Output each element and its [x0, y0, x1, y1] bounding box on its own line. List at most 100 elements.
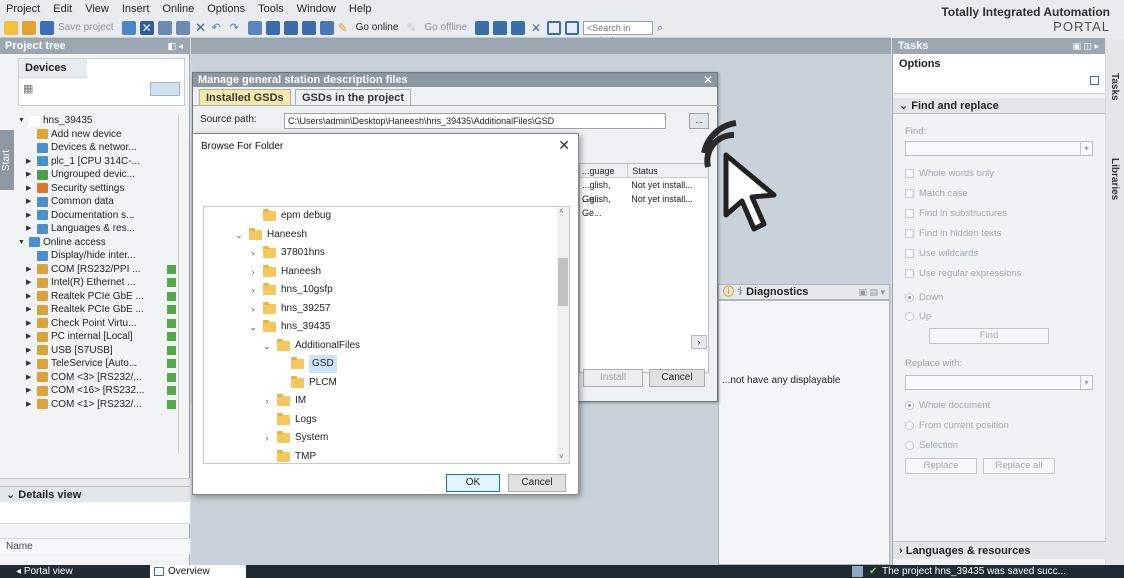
go-online-icon[interactable]: ✎	[338, 21, 352, 35]
find-replace-header[interactable]: ⌄ Find and replace	[893, 98, 1105, 114]
replace-all-button[interactable]: Replace all	[983, 458, 1055, 474]
tree-item[interactable]: ▶ Documentation s...	[18, 209, 178, 223]
folder-item[interactable]: GSD	[276, 355, 337, 373]
go-online-button[interactable]: Go online	[356, 22, 399, 33]
chevron-right-icon[interactable]: ▶	[26, 330, 34, 344]
folder-item[interactable]: › 37801hns	[248, 244, 325, 262]
chevron-down-icon[interactable]: ▾	[1080, 376, 1092, 389]
go-offline-button[interactable]: Go offline	[424, 22, 467, 33]
tree-item[interactable]: Add new device	[18, 128, 178, 142]
tree-item[interactable]: ▶ Realtek PCIe GbE ...	[18, 303, 178, 317]
chevron-right-icon[interactable]: ▶	[26, 209, 34, 223]
menu-item-options[interactable]: Options	[207, 3, 245, 15]
whole-document-radio[interactable]: Whole document	[905, 400, 1093, 411]
tree-item[interactable]: ▶ COM <3> [RS232/...	[18, 371, 178, 385]
folder-item[interactable]: › IM	[262, 392, 306, 410]
scroll-right-icon[interactable]: ›	[691, 335, 707, 349]
chevron-right-icon[interactable]: ▶	[26, 168, 34, 182]
replace-input[interactable]: ▾	[905, 375, 1093, 390]
match-case-checkbox[interactable]: Match case	[905, 188, 1093, 199]
find-substructures-checkbox[interactable]: Find in substructures	[905, 208, 1093, 219]
folder-item[interactable]: ⌄ Haneesh	[234, 226, 307, 244]
chevron-right-icon[interactable]: ▶	[26, 303, 34, 317]
wildcards-checkbox[interactable]: Use wildcards	[905, 248, 1093, 259]
tree-item[interactable]: ▶ Ungrouped devic...	[18, 168, 178, 182]
find-hidden-checkbox[interactable]: Find in hidden texts	[905, 228, 1093, 239]
chevron-right-icon[interactable]: ▶	[26, 263, 34, 277]
start-cpu-icon[interactable]	[493, 20, 508, 35]
open-project-icon[interactable]	[22, 20, 36, 35]
chevron-down-icon[interactable]: ▼	[18, 114, 26, 128]
paste-icon[interactable]	[175, 20, 190, 35]
tree-item[interactable]: ▶ USB [S7USB]	[18, 344, 178, 358]
find-input[interactable]: ▾	[905, 141, 1093, 156]
diagnostics-tab[interactable]: ⓘ ⚕ Diagnostics ▣ ▤ ▾	[718, 284, 890, 300]
replace-button[interactable]: Replace	[905, 458, 977, 474]
scroll-down-icon[interactable]: ˅	[559, 452, 564, 461]
folder-item[interactable]: › hns_39257	[248, 300, 331, 318]
tab-installed-gsds[interactable]: Installed GSDs	[199, 89, 291, 105]
chevron-right-icon[interactable]: ▶	[26, 317, 34, 331]
show-overview-icon[interactable]	[150, 82, 180, 96]
folder-item[interactable]: ⌄ AdditionalFiles	[262, 337, 360, 355]
copy-icon[interactable]	[157, 20, 172, 35]
tree-item[interactable]: ▶ COM <1> [RS232/...	[18, 398, 178, 412]
folder-item[interactable]: PLCM	[276, 374, 337, 392]
chevron-right-icon[interactable]: ▶	[26, 398, 34, 412]
tree-item[interactable]: ▶ COM [RS232/PPI ...	[18, 263, 178, 277]
tree-item[interactable]: ▶ Common data	[18, 195, 178, 209]
from-current-position-radio[interactable]: From current position	[905, 420, 1093, 431]
start-side-tab[interactable]: Start	[0, 130, 14, 190]
stop-cpu-icon[interactable]	[511, 20, 526, 35]
menu-item-view[interactable]: View	[85, 3, 109, 15]
tree-item[interactable]: ▶ Check Point Virtu...	[18, 317, 178, 331]
upload-icon[interactable]	[283, 20, 298, 35]
chevron-down-icon[interactable]: ▾	[1080, 142, 1092, 155]
panel-controls-icon[interactable]: ▣ ◫ ▸	[1072, 38, 1099, 54]
chevron-right-icon[interactable]: ›	[262, 392, 272, 410]
chevron-right-icon[interactable]: ▶	[26, 371, 34, 385]
close-view-icon[interactable]: ✕	[529, 21, 543, 35]
gsd-cancel-button[interactable]: Cancel	[649, 369, 705, 387]
maximize-icon[interactable]	[1090, 76, 1099, 85]
tree-item[interactable]: ▶ PC internal [Local]	[18, 330, 178, 344]
menu-item-online[interactable]: Online	[162, 3, 194, 15]
direction-up-radio[interactable]: Up	[905, 311, 1093, 322]
scroll-up-icon[interactable]: ˄	[559, 207, 564, 216]
folder-item[interactable]: › Haneesh	[248, 263, 321, 281]
chevron-down-icon[interactable]: ⌄	[262, 337, 272, 355]
compile-icon[interactable]	[247, 20, 262, 35]
folder-item[interactable]: TMP	[262, 448, 316, 464]
close-icon[interactable]: ✕	[558, 137, 570, 154]
new-project-icon[interactable]	[4, 20, 18, 35]
regex-checkbox[interactable]: Use regular expressions	[905, 268, 1093, 279]
folder-item[interactable]: ⌄ hns_39435	[248, 318, 331, 336]
simulation-icon[interactable]	[301, 20, 316, 35]
folder-item[interactable]: › hns_10gsfp	[248, 281, 333, 299]
folder-item[interactable]: epm debug	[248, 207, 331, 225]
chevron-right-icon[interactable]: ▶	[26, 384, 34, 398]
menu-item-tools[interactable]: Tools	[258, 3, 284, 15]
tree-item[interactable]: ▼ hns_39435	[18, 114, 178, 128]
menu-item-help[interactable]: Help	[349, 3, 372, 15]
tree-item[interactable]: ▶ Intel(R) Ethernet ...	[18, 276, 178, 290]
tree-item[interactable]: Display/hide inter...	[18, 249, 178, 263]
print-icon[interactable]	[121, 20, 136, 35]
tree-item[interactable]: ▶ Languages & res...	[18, 222, 178, 236]
chevron-right-icon[interactable]: ›	[248, 263, 258, 281]
devices-tab[interactable]: Devices	[19, 59, 87, 78]
menu-item-insert[interactable]: Insert	[122, 3, 150, 15]
split-vertical-icon[interactable]	[565, 20, 580, 35]
folder-tree-scrollbar[interactable]	[557, 207, 569, 463]
tree-item[interactable]: ▶ Realtek PCIe GbE ...	[18, 290, 178, 304]
table-row[interactable]: ...glish, Ge... Not yet install...	[580, 192, 708, 218]
menu-item-window[interactable]: Window	[297, 3, 336, 15]
browse-cancel-button[interactable]: Cancel	[508, 474, 566, 492]
scrollbar-thumb[interactable]	[558, 258, 568, 306]
chevron-right-icon[interactable]: ▶	[26, 276, 34, 290]
menu-item-edit[interactable]: Edit	[53, 3, 72, 15]
tree-item[interactable]: ▶ plc_1 [CPU 314C-...	[18, 155, 178, 169]
details-view-header[interactable]: ⌄ Details view	[0, 486, 190, 502]
chevron-down-icon[interactable]: ▼	[18, 236, 26, 250]
whole-words-checkbox[interactable]: Whole words only	[905, 168, 1093, 179]
